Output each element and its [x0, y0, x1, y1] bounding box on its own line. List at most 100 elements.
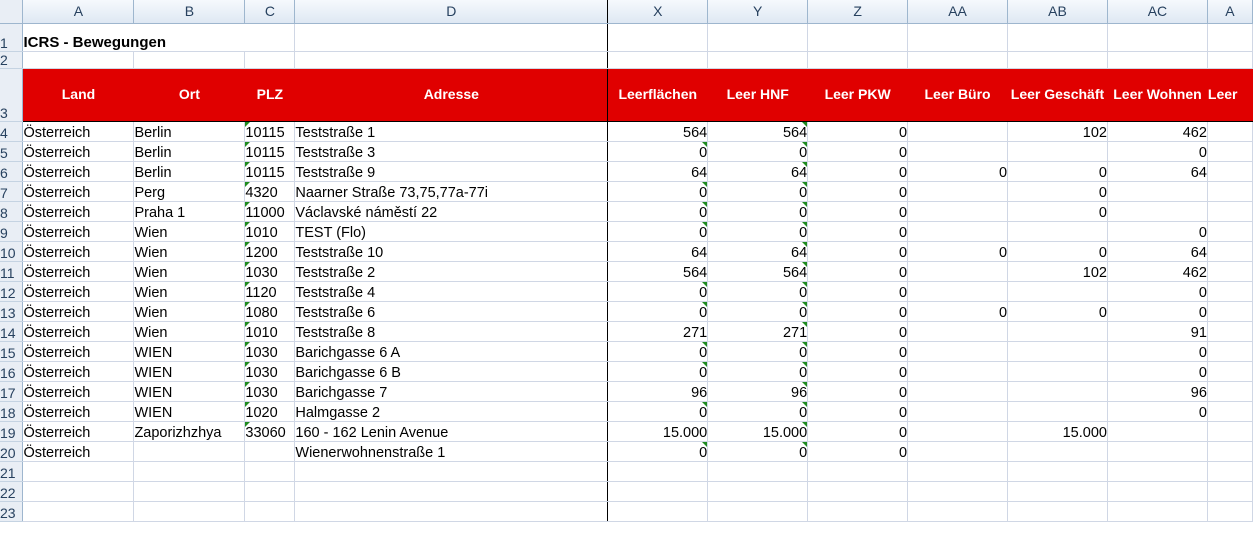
data-cell[interactable]: Václavské náměstí 22: [294, 201, 609, 222]
data-cell[interactable]: 0: [807, 441, 909, 462]
data-cell[interactable]: Halmgasse 2: [294, 401, 609, 422]
data-cell[interactable]: 15.000: [707, 421, 809, 442]
data-cell[interactable]: Berlin: [133, 161, 246, 182]
cell[interactable]: [707, 23, 809, 52]
data-cell[interactable]: 0: [807, 321, 909, 342]
cell[interactable]: [807, 23, 909, 52]
cell[interactable]: [1207, 501, 1253, 522]
data-cell[interactable]: 0: [1107, 361, 1208, 382]
data-cell[interactable]: Wien: [133, 221, 246, 242]
data-cell[interactable]: 0: [807, 201, 909, 222]
cell[interactable]: [244, 501, 296, 522]
data-cell[interactable]: Barichgasse 6 B: [294, 361, 609, 382]
data-cell[interactable]: Österreich: [22, 261, 135, 282]
data-cell[interactable]: [1207, 421, 1253, 442]
data-cell[interactable]: [1207, 221, 1253, 242]
data-cell[interactable]: 160 - 162 Lenin Avenue: [294, 421, 609, 442]
data-cell[interactable]: WIEN: [133, 341, 246, 362]
data-cell[interactable]: 1200: [244, 241, 296, 262]
data-cell[interactable]: 0: [807, 381, 909, 402]
data-cell[interactable]: 0: [807, 161, 909, 182]
row-header[interactable]: 10: [0, 241, 24, 262]
cell[interactable]: [294, 501, 609, 522]
data-cell[interactable]: Wienerwohnenstraße 1: [294, 441, 609, 462]
data-cell[interactable]: 64: [1107, 161, 1208, 182]
data-cell[interactable]: 0: [807, 261, 909, 282]
data-cell[interactable]: 0: [807, 181, 909, 202]
data-cell[interactable]: [907, 401, 1009, 422]
column-header[interactable]: D: [294, 0, 609, 24]
data-cell[interactable]: 0: [707, 141, 809, 162]
data-cell[interactable]: Österreich: [22, 361, 135, 382]
data-cell[interactable]: [907, 221, 1009, 242]
data-cell[interactable]: 0: [907, 161, 1009, 182]
row-header[interactable]: 2: [0, 51, 24, 69]
data-cell[interactable]: 0: [907, 301, 1009, 322]
row-header[interactable]: 5: [0, 141, 24, 162]
data-cell[interactable]: 0: [707, 181, 809, 202]
cell[interactable]: [907, 51, 1009, 69]
data-cell[interactable]: 1030: [244, 381, 296, 402]
data-cell[interactable]: Österreich: [22, 221, 135, 242]
data-cell[interactable]: Naarner Straße 73,75,77a-77i: [294, 181, 609, 202]
data-cell[interactable]: 0: [1107, 301, 1208, 322]
data-cell[interactable]: 4320: [244, 181, 296, 202]
data-cell[interactable]: [1207, 381, 1253, 402]
cell[interactable]: [294, 51, 609, 69]
row-header[interactable]: 18: [0, 401, 24, 422]
data-cell[interactable]: 0: [807, 401, 909, 422]
column-header[interactable]: AB: [1007, 0, 1108, 24]
cell[interactable]: [707, 51, 809, 69]
data-cell[interactable]: Österreich: [22, 381, 135, 402]
cell[interactable]: [907, 501, 1009, 522]
data-cell[interactable]: [1007, 381, 1108, 402]
data-cell[interactable]: [907, 441, 1009, 462]
header-cell[interactable]: PLZ: [244, 68, 296, 122]
data-cell[interactable]: 96: [1107, 381, 1208, 402]
data-cell[interactable]: Österreich: [22, 441, 135, 462]
data-cell[interactable]: [1007, 141, 1108, 162]
cell[interactable]: [807, 481, 909, 502]
data-cell[interactable]: Österreich: [22, 181, 135, 202]
header-cell[interactable]: Leer Wohnen: [1107, 68, 1208, 122]
data-cell[interactable]: [1007, 281, 1108, 302]
cell[interactable]: [1207, 23, 1253, 52]
data-cell[interactable]: 1010: [244, 321, 296, 342]
data-cell[interactable]: 0: [707, 281, 809, 302]
data-cell[interactable]: 271: [607, 321, 709, 342]
row-header[interactable]: 3: [0, 68, 24, 122]
data-cell[interactable]: Berlin: [133, 121, 246, 142]
data-cell[interactable]: Österreich: [22, 161, 135, 182]
data-cell[interactable]: Barichgasse 7: [294, 381, 609, 402]
data-cell[interactable]: 1020: [244, 401, 296, 422]
data-cell[interactable]: [907, 361, 1009, 382]
data-cell[interactable]: [244, 441, 296, 462]
data-cell[interactable]: 0: [807, 301, 909, 322]
data-cell[interactable]: [907, 341, 1009, 362]
data-cell[interactable]: 1120: [244, 281, 296, 302]
data-cell[interactable]: 0: [807, 221, 909, 242]
row-header[interactable]: 1: [0, 23, 24, 52]
cell[interactable]: [607, 481, 709, 502]
row-header[interactable]: 16: [0, 361, 24, 382]
data-cell[interactable]: Perg: [133, 181, 246, 202]
data-cell[interactable]: 64: [707, 161, 809, 182]
row-header[interactable]: 22: [0, 481, 24, 502]
row-header[interactable]: 13: [0, 301, 24, 322]
data-cell[interactable]: 0: [607, 301, 709, 322]
cell[interactable]: [707, 481, 809, 502]
cell[interactable]: [807, 51, 909, 69]
cell[interactable]: [22, 501, 135, 522]
data-cell[interactable]: WIEN: [133, 401, 246, 422]
data-cell[interactable]: 1030: [244, 261, 296, 282]
data-cell[interactable]: Teststraße 8: [294, 321, 609, 342]
data-cell[interactable]: Wien: [133, 261, 246, 282]
data-cell[interactable]: [907, 141, 1009, 162]
data-cell[interactable]: 0: [607, 401, 709, 422]
column-header[interactable]: C: [244, 0, 296, 24]
data-cell[interactable]: 0: [1007, 181, 1108, 202]
cell[interactable]: [607, 23, 709, 52]
row-header[interactable]: 11: [0, 261, 24, 282]
data-cell[interactable]: Österreich: [22, 301, 135, 322]
data-cell[interactable]: 64: [607, 161, 709, 182]
